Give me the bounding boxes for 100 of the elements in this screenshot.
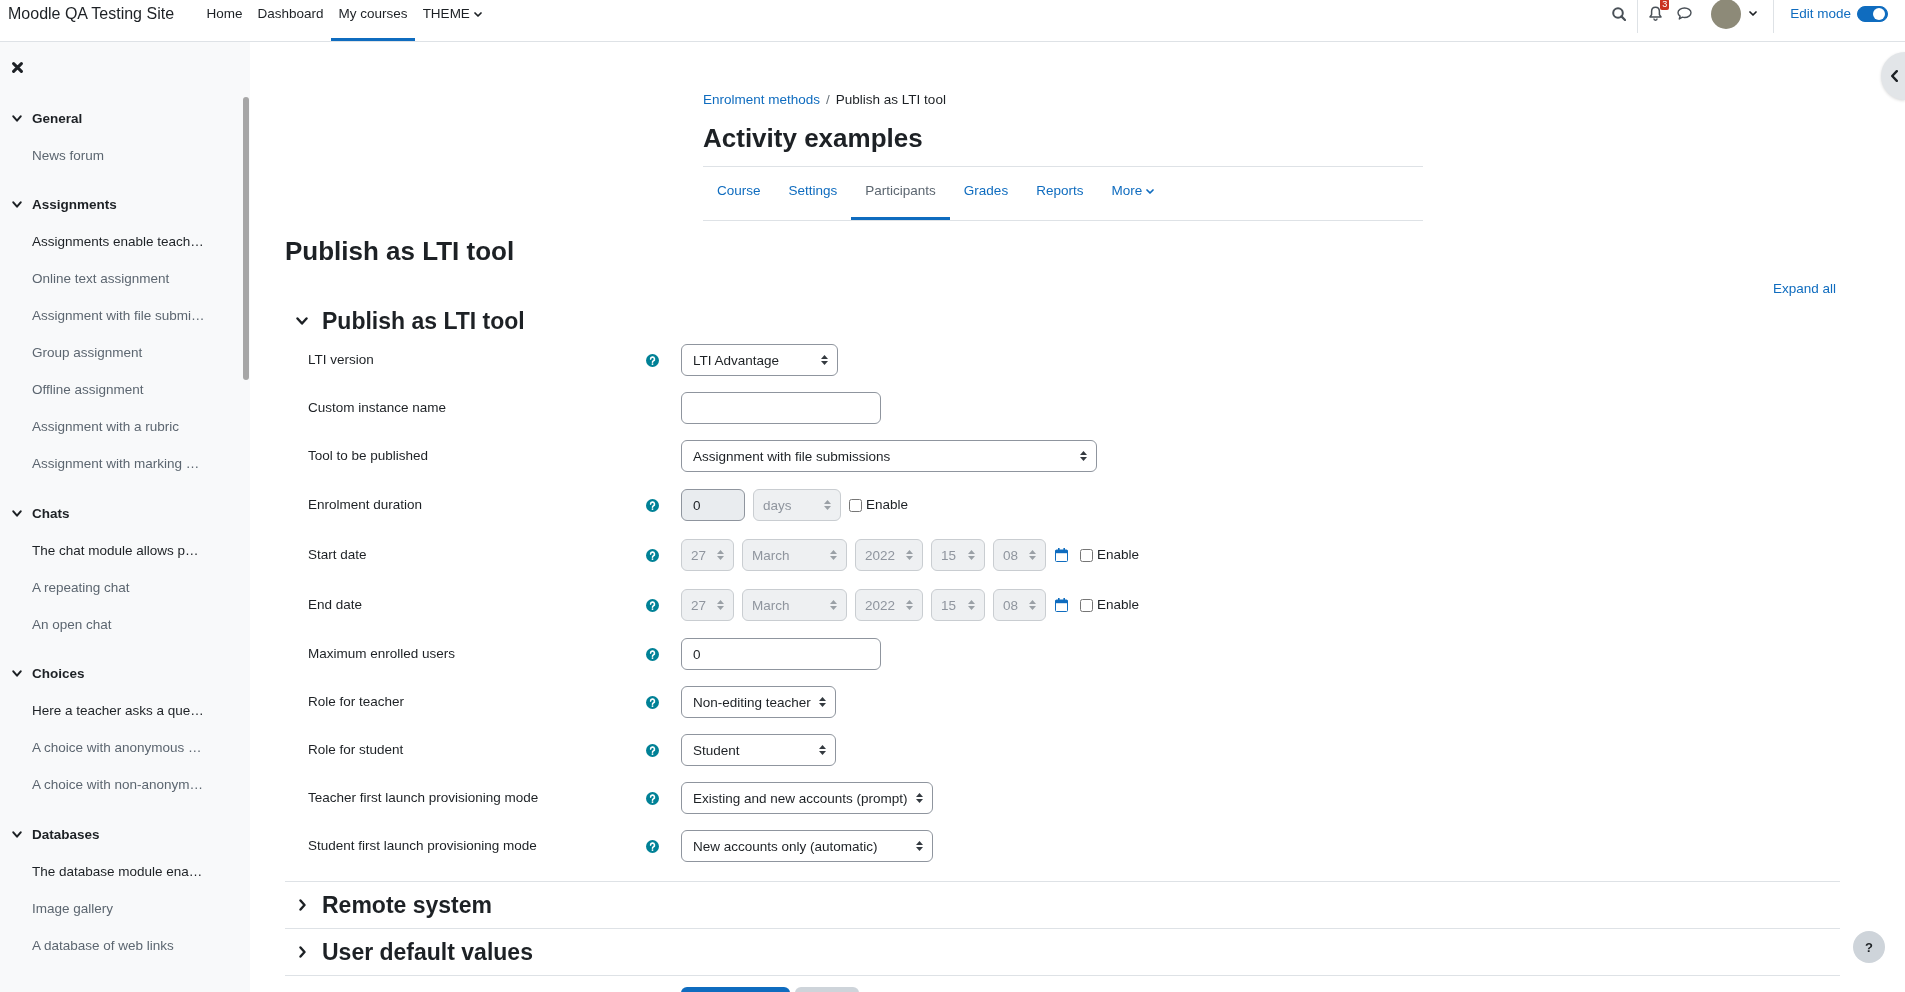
course-index-item[interactable]: Assignment with a rubric [32,418,180,435]
field-label: Start date [308,546,367,564]
expand-all-link[interactable]: Expand all [1772,279,1836,299]
field-label: LTI version [308,351,374,369]
course-tab[interactable]: Settings [774,167,852,220]
caret-icon [1749,11,1758,16]
breadcrumb-separator: / [826,91,830,109]
field-label: Maximum enrolled users [308,645,456,663]
field-label: Enrolment duration [308,496,423,514]
dropdown-select[interactable]: LTI Advantage [681,344,838,376]
course-title: Activity examples [703,122,923,155]
course-index-item[interactable]: Here a teacher asks a que… [32,702,204,719]
text-input-field[interactable] [681,392,881,424]
section-toggle[interactable]: Remote system [285,891,493,919]
sort-arrows-icon [830,600,837,610]
field-label: Custom instance name [308,399,447,417]
course-index-item[interactable]: Group assignment [32,344,143,361]
help-icon[interactable] [646,695,659,709]
sort-arrows-icon [821,355,828,365]
help-icon[interactable] [646,647,659,661]
nav-link[interactable]: Dashboard [250,0,332,41]
caret-icon [1146,189,1155,194]
close-icon[interactable] [12,62,23,73]
sort-arrows-icon [1029,550,1036,560]
sort-arrows-icon [830,550,837,560]
course-index-section[interactable]: Databases [12,825,100,843]
search-icon[interactable] [1612,6,1627,21]
current-page-name: Publish as LTI tool [835,91,946,109]
course-index-section[interactable]: Choices [12,665,85,682]
text-input-field[interactable]: 0 [681,638,881,670]
nav-link[interactable]: Home [199,0,251,41]
sort-arrows-icon [916,793,923,803]
course-tab[interactable]: Grades [949,167,1023,220]
drawer-toggle-button[interactable] [1881,52,1905,100]
help-icon[interactable] [646,791,659,805]
sort-arrows-icon [1029,600,1036,610]
sort-arrows-icon [968,550,975,560]
course-index-item[interactable]: A choice with anonymous … [32,739,202,756]
course-index-item[interactable]: A database of web links [32,936,174,954]
course-index-item[interactable]: The chat module allows p… [32,541,199,559]
field-label: End date [308,596,363,614]
field-label: Role for student [308,741,404,759]
chevron-left-icon [1891,70,1898,82]
course-index-section[interactable]: Assignments [12,196,117,213]
notification-badge: 3 [1660,0,1670,10]
dropdown-select[interactable]: Student [681,734,836,766]
nav-link[interactable]: THEME [415,0,490,41]
dropdown-select[interactable]: Existing and new accounts (prompt) [681,782,933,814]
course-index-item[interactable]: An open chat [32,615,112,633]
calendar-icon[interactable] [1055,598,1068,612]
sort-arrows-icon [916,841,923,851]
section-toggle[interactable]: Publish as LTI tool [285,307,525,335]
breadcrumb-link[interactable]: Enrolment methods [703,90,821,110]
sort-arrows-icon [968,600,975,610]
dropdown-select[interactable]: New accounts only (automatic) [681,830,933,862]
course-index-item[interactable]: The database module ena… [32,862,203,880]
dropdown-select[interactable]: Assignment with file submissions [681,440,1097,472]
caret-icon [473,12,482,17]
help-icon[interactable] [646,743,659,757]
section-toggle[interactable]: User default values [285,938,533,966]
sort-arrows-icon [717,600,724,610]
site-name[interactable]: Moodle QA Testing Site [8,3,175,24]
sort-arrows-icon [906,550,913,560]
course-tab[interactable]: Participants [851,167,950,220]
course-index-item[interactable]: Online text assignment [32,270,170,287]
help-icon[interactable] [646,839,659,853]
course-index-item[interactable]: A repeating chat [32,578,130,596]
course-tab[interactable]: Course [703,167,775,220]
field-label: Teacher first launch provisioning mode [308,789,539,807]
sort-arrows-icon [906,600,913,610]
user-avatar[interactable] [1711,0,1742,29]
course-index-item[interactable]: Assignment with file submi… [32,307,205,324]
scrollbar-thumb[interactable] [243,97,249,380]
course-index-item[interactable]: Image gallery [32,899,114,917]
sort-arrows-icon [824,500,831,510]
dropdown-select[interactable]: Non-editing teacher [681,686,836,718]
edit-mode-switch[interactable] [1857,5,1888,22]
course-tab[interactable]: Reports [1022,167,1098,220]
calendar-icon[interactable] [1055,548,1068,562]
speech-bubble-icon[interactable] [1677,7,1693,20]
field-label: Tool to be published [308,447,429,465]
field-label: Student first launch provisioning mode [308,837,537,855]
course-index-section[interactable]: Chats [12,504,70,522]
nav-link[interactable]: My courses [331,0,416,41]
edit-mode-label[interactable]: Edit mode [1790,4,1851,23]
page-title: Publish as LTI tool [285,235,515,267]
sort-arrows-icon [717,550,724,560]
field-label: Role for teacher [308,693,405,711]
course-index-item[interactable]: Assignments enable teach… [32,233,204,250]
course-index-item[interactable]: Assignment with marking … [32,455,200,472]
course-index-section[interactable]: General [12,109,83,127]
course-index-item[interactable]: News forum [32,146,104,164]
bell-icon[interactable] [1649,6,1663,21]
sort-arrows-icon [819,745,826,755]
course-index-item[interactable]: Offline assignment [32,381,144,398]
help-icon[interactable] [646,353,659,367]
help-button[interactable]: ? [1853,931,1885,963]
sort-arrows-icon [819,697,826,707]
course-tab[interactable]: More [1097,167,1169,220]
course-index-item[interactable]: A choice with non-anonym… [32,776,204,793]
